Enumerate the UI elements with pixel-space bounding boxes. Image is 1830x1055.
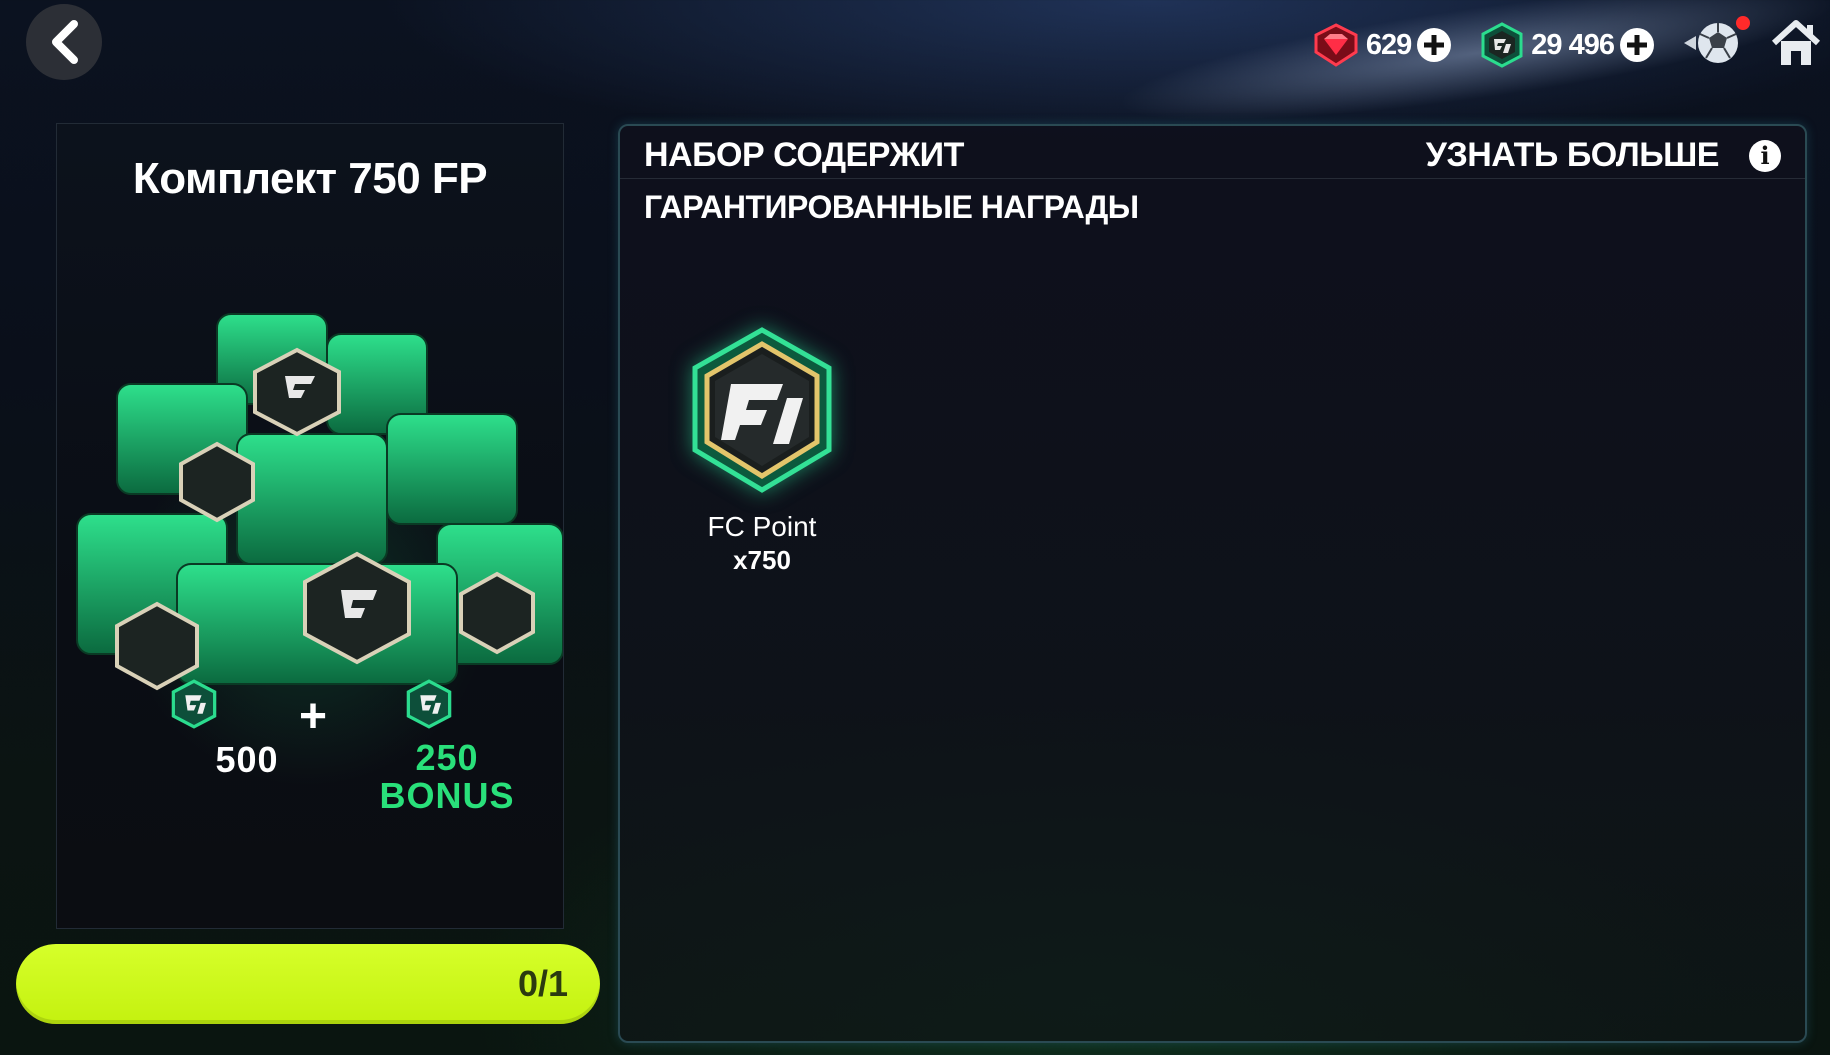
pack-contents-panel: НАБОР СОДЕРЖИТ УЗНАТЬ БОЛЬШЕ i ГАРАНТИРО… xyxy=(618,124,1807,1043)
plus-sign: + xyxy=(299,690,328,743)
bonus-amount-block: 250 BONUS xyxy=(347,739,547,815)
bonus-amount: 250 xyxy=(415,737,479,778)
red-gem-icon xyxy=(1314,23,1358,67)
gems-currency: 629 xyxy=(1312,22,1452,68)
chevron-left-icon xyxy=(52,20,78,64)
progress-label: 0/1 xyxy=(517,963,568,1004)
home-button[interactable] xyxy=(1770,19,1822,72)
learn-more-label: УЗНАТЬ БОЛЬШЕ xyxy=(1425,136,1720,174)
add-gems-button[interactable] xyxy=(1417,28,1452,62)
pack-card[interactable]: Комплект 750 FP + 500 250 BONUS xyxy=(56,123,564,929)
reward-name: FC Point xyxy=(707,511,817,542)
progress-bar[interactable]: 0/1 xyxy=(16,944,600,1024)
notification-dot xyxy=(1736,15,1750,30)
learn-more-button[interactable]: УЗНАТЬ БОЛЬШЕ i xyxy=(1426,136,1781,175)
bonus-label: BONUS xyxy=(379,775,515,816)
gems-value: 629 xyxy=(1365,28,1412,61)
fc-point-icon xyxy=(171,679,217,729)
header-divider xyxy=(620,178,1805,179)
top-status-bar: 629 29 496 xyxy=(1312,10,1830,80)
reward-item[interactable]: FC Point x750 xyxy=(682,324,842,576)
pack-title: Комплект 750 FP xyxy=(132,154,488,203)
base-amount: 500 xyxy=(215,739,279,780)
fc-point-icon xyxy=(1481,22,1523,68)
home-icon xyxy=(1771,19,1821,65)
back-button[interactable] xyxy=(26,4,102,80)
club-button[interactable] xyxy=(1682,15,1750,71)
fc-point-icon xyxy=(692,327,832,493)
guaranteed-rewards-title: ГАРАНТИРОВАННЫЕ НАГРАДЫ xyxy=(644,189,1139,225)
contents-header: НАБОР СОДЕРЖИТ xyxy=(644,136,964,174)
fc-points-currency: 29 496 xyxy=(1479,22,1654,68)
fc-coins-pile-illustration xyxy=(76,313,563,691)
fc-points-value: 29 496 xyxy=(1531,28,1615,61)
reward-quantity: x750 xyxy=(733,545,791,575)
add-fc-points-button[interactable] xyxy=(1620,28,1654,62)
info-icon: i xyxy=(1749,139,1781,172)
fc-point-icon xyxy=(406,679,452,729)
